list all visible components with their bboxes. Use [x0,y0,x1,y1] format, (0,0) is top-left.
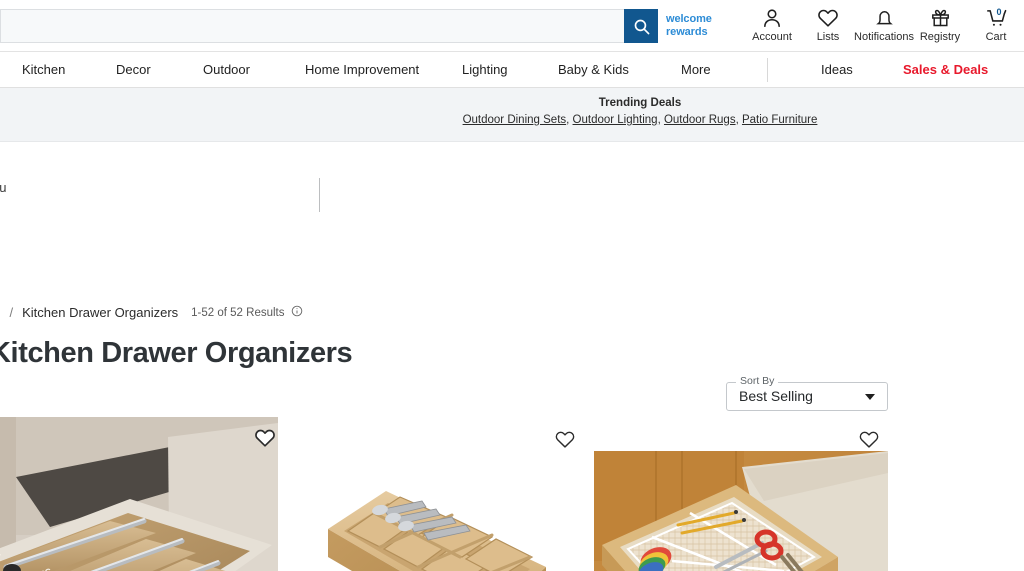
nav-item-more[interactable]: More [681,62,711,77]
trending-divider [319,178,320,212]
sort-by-value: Best Selling [739,388,813,404]
cart-icon: 0 [985,6,1008,30]
cart-count-badge: 0 [996,7,1002,17]
breadcrumb-separator: / [9,305,14,320]
product-tile-1[interactable]: FOIL PLASTIC WAX [0,417,280,571]
heart-outline-icon [859,431,879,448]
favorite-button-2[interactable] [554,429,576,455]
cart-label: Cart [985,31,1007,43]
favorite-button-3[interactable] [858,429,880,455]
product-tile-3[interactable] [594,417,894,571]
favorite-button-1[interactable] [253,427,277,454]
trending-deals-band: nu Trending Deals Outdoor Dining Sets, O… [0,88,1024,212]
registry-button[interactable]: Registry [912,6,968,43]
nav-item-home-improvement[interactable]: Home Improvement [305,62,419,77]
nav-item-outdoor[interactable]: Outdoor [203,62,250,77]
rewards-line-1: welcome [666,13,712,25]
nav-item-ideas[interactable]: Ideas [821,62,853,77]
trending-deals-title: Trending Deals [598,97,682,109]
nav-item-kitchen[interactable]: Kitchen [22,62,65,77]
account-button[interactable]: Account [744,6,800,43]
lists-label: Lists [816,31,840,43]
trending-deals-links: Outdoor Dining Sets, Outdoor Lighting, O… [256,112,1024,128]
nav-item-sales-and-deals[interactable]: Sales & Deals [903,62,988,77]
sort-by-select[interactable]: Sort By Best Selling [726,375,888,411]
info-circle-icon[interactable] [291,305,303,320]
breadcrumb-current: Kitchen Drawer Organizers [22,305,179,320]
search-input[interactable] [0,9,624,43]
notifications-button[interactable]: Notifications [854,6,914,43]
utility-icon-group: Account Lists Notifications Registry 0 C… [744,6,1024,43]
nav-item-baby-and-kids[interactable]: Baby & Kids [558,62,629,77]
main-navigation: Kitchen Decor Outdoor Home Improvement L… [0,52,1024,88]
trending-link-patio-furniture[interactable]: Patio Furniture [742,114,817,126]
breadcrumb: ge / Kitchen Drawer Organizers 1-52 of 5… [0,305,303,320]
cart-button[interactable]: 0 Cart [968,6,1024,43]
chevron-down-icon [865,394,875,400]
nav-divider [767,58,768,82]
top-utility-bar: welcome rewards Account Lists Notificati… [0,0,1024,52]
bell-icon [874,6,895,30]
trending-deals-block: Trending Deals Outdoor Dining Sets, Outd… [0,96,1024,128]
nav-item-lighting[interactable]: Lighting [462,62,508,77]
notifications-label: Notifications [854,31,914,43]
heart-outline-icon [555,431,575,448]
search-icon [633,18,650,35]
rewards-line-2: rewards [666,25,708,38]
account-icon [761,6,783,30]
heart-outline-icon [255,429,275,447]
search-button[interactable] [624,9,658,43]
search-bar [0,9,658,43]
product-tile-2[interactable] [300,417,590,571]
sort-by-legend: Sort By [736,375,779,387]
trending-link-outdoor-dining-sets[interactable]: Outdoor Dining Sets [463,114,567,126]
lists-button[interactable]: Lists [800,6,856,43]
registry-label: Registry [919,31,961,43]
truncated-menu-text: nu [0,180,7,195]
welcome-rewards-logo[interactable]: welcome rewards [666,13,726,38]
gift-icon [930,6,951,30]
product-image-1[interactable]: FOIL PLASTIC WAX [0,417,278,571]
product-image-3[interactable] [594,451,888,571]
product-image-2[interactable] [300,417,590,571]
heart-icon [817,6,839,30]
results-count: 1-52 of 52 Results [191,306,285,319]
account-label: Account [752,31,792,43]
page-title: Kitchen Drawer Organizers [0,337,353,369]
trending-link-outdoor-lighting[interactable]: Outdoor Lighting [573,114,658,126]
nav-item-decor[interactable]: Decor [116,62,151,77]
trending-link-outdoor-rugs[interactable]: Outdoor Rugs [664,114,736,126]
